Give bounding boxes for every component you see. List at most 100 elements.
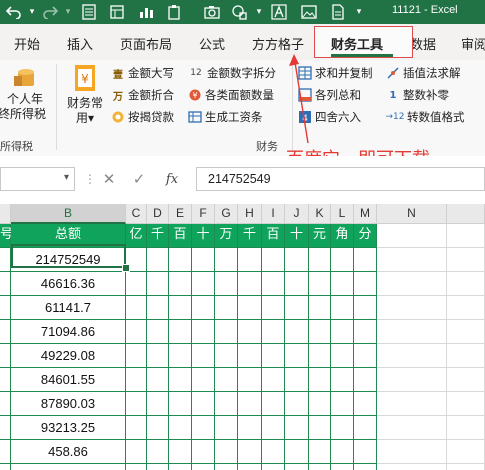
digit-cell[interactable] xyxy=(262,344,285,368)
digit-cell[interactable] xyxy=(331,344,354,368)
total-cell[interactable]: 61141.7 xyxy=(11,296,126,320)
form2-icon[interactable] xyxy=(106,3,128,21)
digit-cell[interactable] xyxy=(215,272,238,296)
digit-cell[interactable] xyxy=(215,320,238,344)
digit-cell[interactable] xyxy=(309,464,331,470)
cell[interactable] xyxy=(377,392,447,416)
digit-cell[interactable] xyxy=(169,392,192,416)
digit-cell[interactable] xyxy=(126,272,147,296)
digit-cell[interactable] xyxy=(354,368,377,392)
table-cell[interactable] xyxy=(0,248,11,272)
digit-cell[interactable] xyxy=(192,416,215,440)
digit-cell[interactable] xyxy=(169,248,192,272)
digit-cell[interactable] xyxy=(331,464,354,470)
cell[interactable] xyxy=(377,368,447,392)
digit-cell[interactable] xyxy=(331,416,354,440)
column-header[interactable]: M xyxy=(354,204,377,224)
screenshot-icon[interactable] xyxy=(228,3,250,21)
digit-cell[interactable] xyxy=(147,464,169,470)
cell[interactable] xyxy=(447,344,485,368)
digit-cell[interactable] xyxy=(285,272,309,296)
digit-cell[interactable] xyxy=(192,296,215,320)
tab-home[interactable]: 开始 xyxy=(14,34,40,53)
camera-icon[interactable] xyxy=(201,3,223,21)
digit-cell[interactable] xyxy=(285,344,309,368)
mortgage-loan-button[interactable]: 按揭贷款 xyxy=(111,108,174,126)
digit-cell[interactable] xyxy=(147,320,169,344)
digit-cell[interactable] xyxy=(262,248,285,272)
amount-conversion-button[interactable]: 万 金额折合 xyxy=(111,86,174,104)
digit-cell[interactable] xyxy=(215,416,238,440)
enter-icon[interactable]: ✓ xyxy=(124,170,154,188)
screenshot-dropdown-icon[interactable]: ▾ xyxy=(253,3,265,21)
digit-cell[interactable] xyxy=(192,344,215,368)
tab-review[interactable]: 审阅 xyxy=(461,34,485,53)
cell[interactable] xyxy=(377,248,447,272)
digit-cell[interactable] xyxy=(238,344,262,368)
total-cell[interactable]: 49229.08 xyxy=(11,344,126,368)
digit-cell[interactable] xyxy=(215,368,238,392)
digit-cell[interactable] xyxy=(354,416,377,440)
digit-cell[interactable] xyxy=(309,392,331,416)
table-cell[interactable] xyxy=(0,368,11,392)
digit-cell[interactable] xyxy=(262,368,285,392)
digit-cell[interactable] xyxy=(354,464,377,470)
digit-cell[interactable] xyxy=(309,440,331,464)
digit-cell[interactable] xyxy=(192,248,215,272)
undo-dropdown-icon[interactable]: ▾ xyxy=(26,3,38,21)
cell[interactable] xyxy=(447,224,485,248)
image-icon[interactable] xyxy=(298,3,320,21)
total-cell[interactable]: 84601.55 xyxy=(11,368,126,392)
digit-cell[interactable] xyxy=(126,296,147,320)
digit-cell[interactable] xyxy=(192,392,215,416)
cell[interactable] xyxy=(377,464,447,470)
digit-cell[interactable] xyxy=(238,272,262,296)
cell[interactable] xyxy=(377,416,447,440)
digit-cell[interactable] xyxy=(147,392,169,416)
digit-cell[interactable] xyxy=(262,272,285,296)
redo-icon[interactable] xyxy=(38,3,62,21)
digit-cell[interactable] xyxy=(331,320,354,344)
digit-cell[interactable] xyxy=(215,392,238,416)
digit-cell[interactable] xyxy=(309,416,331,440)
digit-cell[interactable] xyxy=(285,248,309,272)
digit-cell[interactable] xyxy=(238,320,262,344)
digit-cell[interactable] xyxy=(309,368,331,392)
tab-insert[interactable]: 插入 xyxy=(67,34,93,53)
digit-cell[interactable] xyxy=(354,440,377,464)
total-cell[interactable]: 71094.86 xyxy=(11,320,126,344)
digit-cell[interactable] xyxy=(169,368,192,392)
cell[interactable] xyxy=(447,368,485,392)
table-cell[interactable] xyxy=(0,320,11,344)
total-cell[interactable]: 93213.25 xyxy=(11,416,126,440)
cancel-icon[interactable]: ✕ xyxy=(94,170,124,188)
table-cell[interactable] xyxy=(0,440,11,464)
digit-cell[interactable] xyxy=(169,344,192,368)
name-box[interactable]: ▾ xyxy=(0,167,75,191)
total-cell[interactable]: 3332.4 xyxy=(11,464,126,470)
digit-cell[interactable] xyxy=(169,272,192,296)
digit-cell[interactable] xyxy=(285,464,309,470)
table-cell[interactable] xyxy=(0,272,11,296)
interpolation-button[interactable]: 插值法求解 xyxy=(386,64,461,82)
digit-cell[interactable] xyxy=(238,392,262,416)
digit-cell[interactable] xyxy=(192,320,215,344)
digit-cell[interactable] xyxy=(126,440,147,464)
form-icon[interactable] xyxy=(78,3,100,21)
digit-cell[interactable] xyxy=(331,368,354,392)
digit-cell[interactable] xyxy=(331,248,354,272)
document-edit-icon[interactable] xyxy=(327,3,349,21)
cell[interactable] xyxy=(447,464,485,470)
column-header[interactable] xyxy=(0,204,11,224)
digit-cell[interactable] xyxy=(262,296,285,320)
column-header[interactable]: D xyxy=(147,204,169,224)
digit-cell[interactable] xyxy=(215,440,238,464)
digit-cell[interactable] xyxy=(309,344,331,368)
name-box-dropdown-icon[interactable]: ▾ xyxy=(64,172,69,183)
digit-cell[interactable] xyxy=(262,464,285,470)
column-header[interactable]: B xyxy=(11,204,126,224)
cell[interactable] xyxy=(377,440,447,464)
tab-ffcell[interactable]: 方方格子 xyxy=(252,34,304,53)
cell[interactable] xyxy=(377,320,447,344)
digit-cell[interactable] xyxy=(238,296,262,320)
